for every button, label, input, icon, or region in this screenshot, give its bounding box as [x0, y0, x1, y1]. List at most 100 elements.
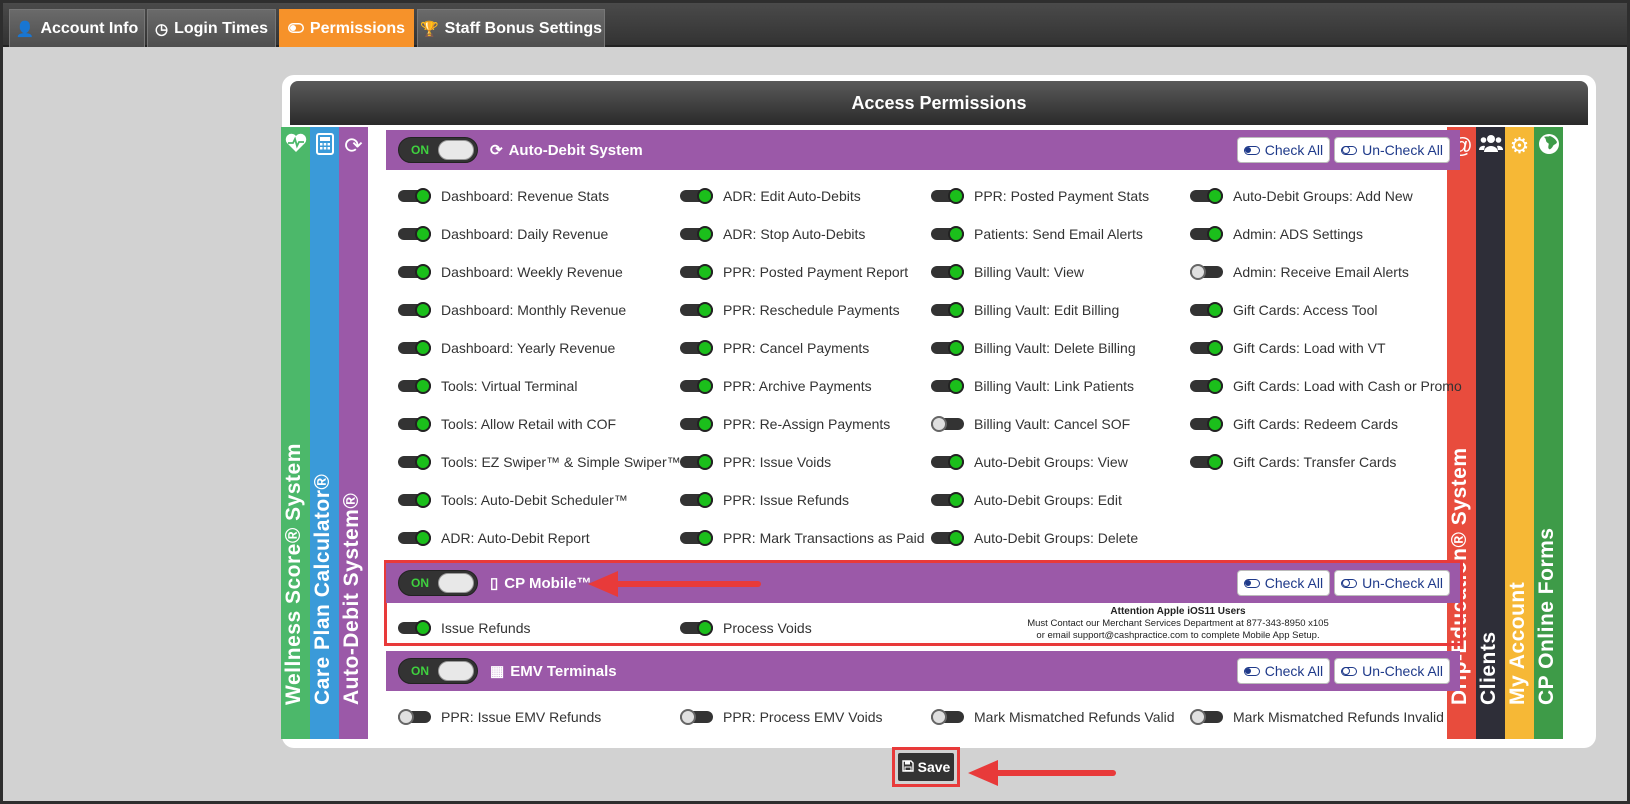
permission-toggle[interactable] — [398, 620, 431, 636]
permission-item[interactable]: Billing Vault: View — [931, 264, 1084, 280]
permission-toggle[interactable] — [398, 302, 431, 318]
tab-account-info[interactable]: 👤 Account Info — [9, 9, 145, 47]
permission-toggle[interactable] — [398, 454, 431, 470]
permission-item[interactable]: Process Voids — [680, 620, 812, 636]
permission-toggle[interactable] — [398, 416, 431, 432]
permission-item[interactable]: Tools: EZ Swiper™ & Simple Swiper™ — [398, 454, 681, 470]
permission-item[interactable]: PPR: Issue EMV Refunds — [398, 709, 601, 725]
tab-staff-bonus-settings[interactable]: 🏆 Staff Bonus Settings — [417, 9, 605, 47]
permission-toggle[interactable] — [680, 188, 713, 204]
permission-item[interactable]: Tools: Virtual Terminal — [398, 378, 577, 394]
permission-item[interactable]: Dashboard: Daily Revenue — [398, 226, 608, 242]
permission-item[interactable]: Billing Vault: Cancel SOF — [931, 416, 1130, 432]
permission-toggle[interactable] — [398, 264, 431, 280]
permission-item[interactable]: Admin: ADS Settings — [1190, 226, 1363, 242]
permission-toggle[interactable] — [1190, 188, 1223, 204]
permission-item[interactable]: PPR: Process EMV Voids — [680, 709, 883, 725]
permission-item[interactable]: Auto-Debit Groups: Add New — [1190, 188, 1413, 204]
tab-login-times[interactable]: ◷ Login Times — [147, 9, 276, 47]
permission-toggle[interactable] — [680, 302, 713, 318]
permission-toggle[interactable] — [931, 416, 964, 432]
permission-toggle[interactable] — [398, 492, 431, 508]
permission-item[interactable]: Auto-Debit Groups: Delete — [931, 530, 1138, 546]
permission-toggle[interactable] — [931, 302, 964, 318]
permission-item[interactable]: PPR: Archive Payments — [680, 378, 872, 394]
section-toggle-emv[interactable]: ON — [398, 658, 478, 684]
permission-toggle[interactable] — [680, 620, 713, 636]
permission-item[interactable]: PPR: Re-Assign Payments — [680, 416, 890, 432]
permission-toggle[interactable] — [398, 378, 431, 394]
permission-toggle[interactable] — [1190, 226, 1223, 242]
section-toggle-cp-mobile[interactable]: ON — [398, 570, 478, 596]
permission-item[interactable]: Gift Cards: Load with VT — [1190, 340, 1386, 356]
permission-toggle[interactable] — [1190, 302, 1223, 318]
strip-care-plan-calculator[interactable]: Care Plan Calculator® — [310, 127, 339, 739]
uncheck-all-button[interactable]: Un-Check All — [1334, 137, 1450, 163]
permission-toggle[interactable] — [931, 188, 964, 204]
check-all-button[interactable]: Check All — [1236, 137, 1331, 163]
permission-item[interactable]: Dashboard: Monthly Revenue — [398, 302, 626, 318]
strip-clients[interactable]: Clients — [1476, 127, 1505, 739]
permission-toggle[interactable] — [931, 378, 964, 394]
permission-item[interactable]: Admin: Receive Email Alerts — [1190, 264, 1409, 280]
permission-toggle[interactable] — [1190, 454, 1223, 470]
permission-toggle[interactable] — [931, 226, 964, 242]
permission-item[interactable]: Dashboard: Weekly Revenue — [398, 264, 623, 280]
permission-toggle[interactable] — [1190, 416, 1223, 432]
permission-toggle[interactable] — [398, 709, 431, 725]
permission-item[interactable]: Billing Vault: Link Patients — [931, 378, 1134, 394]
section-toggle-auto-debit[interactable]: ON — [398, 137, 478, 163]
permission-item[interactable]: Tools: Allow Retail with COF — [398, 416, 616, 432]
permission-toggle[interactable] — [1190, 340, 1223, 356]
permission-toggle[interactable] — [680, 340, 713, 356]
permission-toggle[interactable] — [680, 378, 713, 394]
strip-auto-debit-system[interactable]: ⟳ Auto-Debit System® — [339, 127, 368, 739]
permission-toggle[interactable] — [680, 454, 713, 470]
permission-toggle[interactable] — [680, 709, 713, 725]
permission-item[interactable]: PPR: Reschedule Payments — [680, 302, 900, 318]
permission-item[interactable]: Mark Mismatched Refunds Valid — [931, 709, 1174, 725]
strip-my-account[interactable]: ⚙ My Account — [1505, 127, 1534, 739]
permission-item[interactable]: Gift Cards: Redeem Cards — [1190, 416, 1398, 432]
permission-item[interactable]: Issue Refunds — [398, 620, 531, 636]
permission-item[interactable]: Tools: Auto-Debit Scheduler™ — [398, 492, 628, 508]
permission-toggle[interactable] — [680, 530, 713, 546]
permission-item[interactable]: PPR: Cancel Payments — [680, 340, 869, 356]
permission-item[interactable]: Gift Cards: Load with Cash or Promo — [1190, 378, 1462, 394]
permission-item[interactable]: Gift Cards: Access Tool — [1190, 302, 1377, 318]
uncheck-all-button[interactable]: Un-Check All — [1334, 658, 1450, 684]
permission-toggle[interactable] — [1190, 264, 1223, 280]
permission-toggle[interactable] — [931, 454, 964, 470]
check-all-button[interactable]: Check All — [1236, 570, 1331, 596]
permission-toggle[interactable] — [931, 492, 964, 508]
permission-toggle[interactable] — [680, 492, 713, 508]
strip-wellness-score[interactable]: Wellness Score® System — [281, 127, 310, 739]
tab-permissions[interactable]: Permissions — [279, 9, 414, 47]
check-all-button[interactable]: Check All — [1236, 658, 1331, 684]
permission-toggle[interactable] — [398, 530, 431, 546]
permission-item[interactable]: PPR: Posted Payment Report — [680, 264, 908, 280]
permission-item[interactable]: Auto-Debit Groups: View — [931, 454, 1128, 470]
permission-toggle[interactable] — [680, 226, 713, 242]
uncheck-all-button[interactable]: Un-Check All — [1334, 570, 1450, 596]
permission-toggle[interactable] — [931, 709, 964, 725]
permission-toggle[interactable] — [680, 264, 713, 280]
permission-item[interactable]: PPR: Mark Transactions as Paid — [680, 530, 925, 546]
permission-toggle[interactable] — [680, 416, 713, 432]
permission-item[interactable]: Billing Vault: Edit Billing — [931, 302, 1119, 318]
permission-toggle[interactable] — [398, 188, 431, 204]
permission-item[interactable]: ADR: Auto-Debit Report — [398, 530, 590, 546]
permission-item[interactable]: Billing Vault: Delete Billing — [931, 340, 1136, 356]
permission-toggle[interactable] — [1190, 378, 1223, 394]
permission-item[interactable]: Auto-Debit Groups: Edit — [931, 492, 1122, 508]
strip-cp-online-forms[interactable]: CP Online Forms — [1534, 127, 1563, 739]
permission-item[interactable]: ADR: Stop Auto-Debits — [680, 226, 865, 242]
permission-toggle[interactable] — [398, 226, 431, 242]
permission-item[interactable]: PPR: Issue Voids — [680, 454, 831, 470]
permission-item[interactable]: Dashboard: Yearly Revenue — [398, 340, 615, 356]
permission-item[interactable]: Patients: Send Email Alerts — [931, 226, 1143, 242]
strip-drip-education[interactable]: @ Drip-Education® System — [1447, 127, 1476, 739]
permission-item[interactable]: ADR: Edit Auto-Debits — [680, 188, 861, 204]
permission-item[interactable]: Dashboard: Revenue Stats — [398, 188, 609, 204]
permission-toggle[interactable] — [931, 530, 964, 546]
